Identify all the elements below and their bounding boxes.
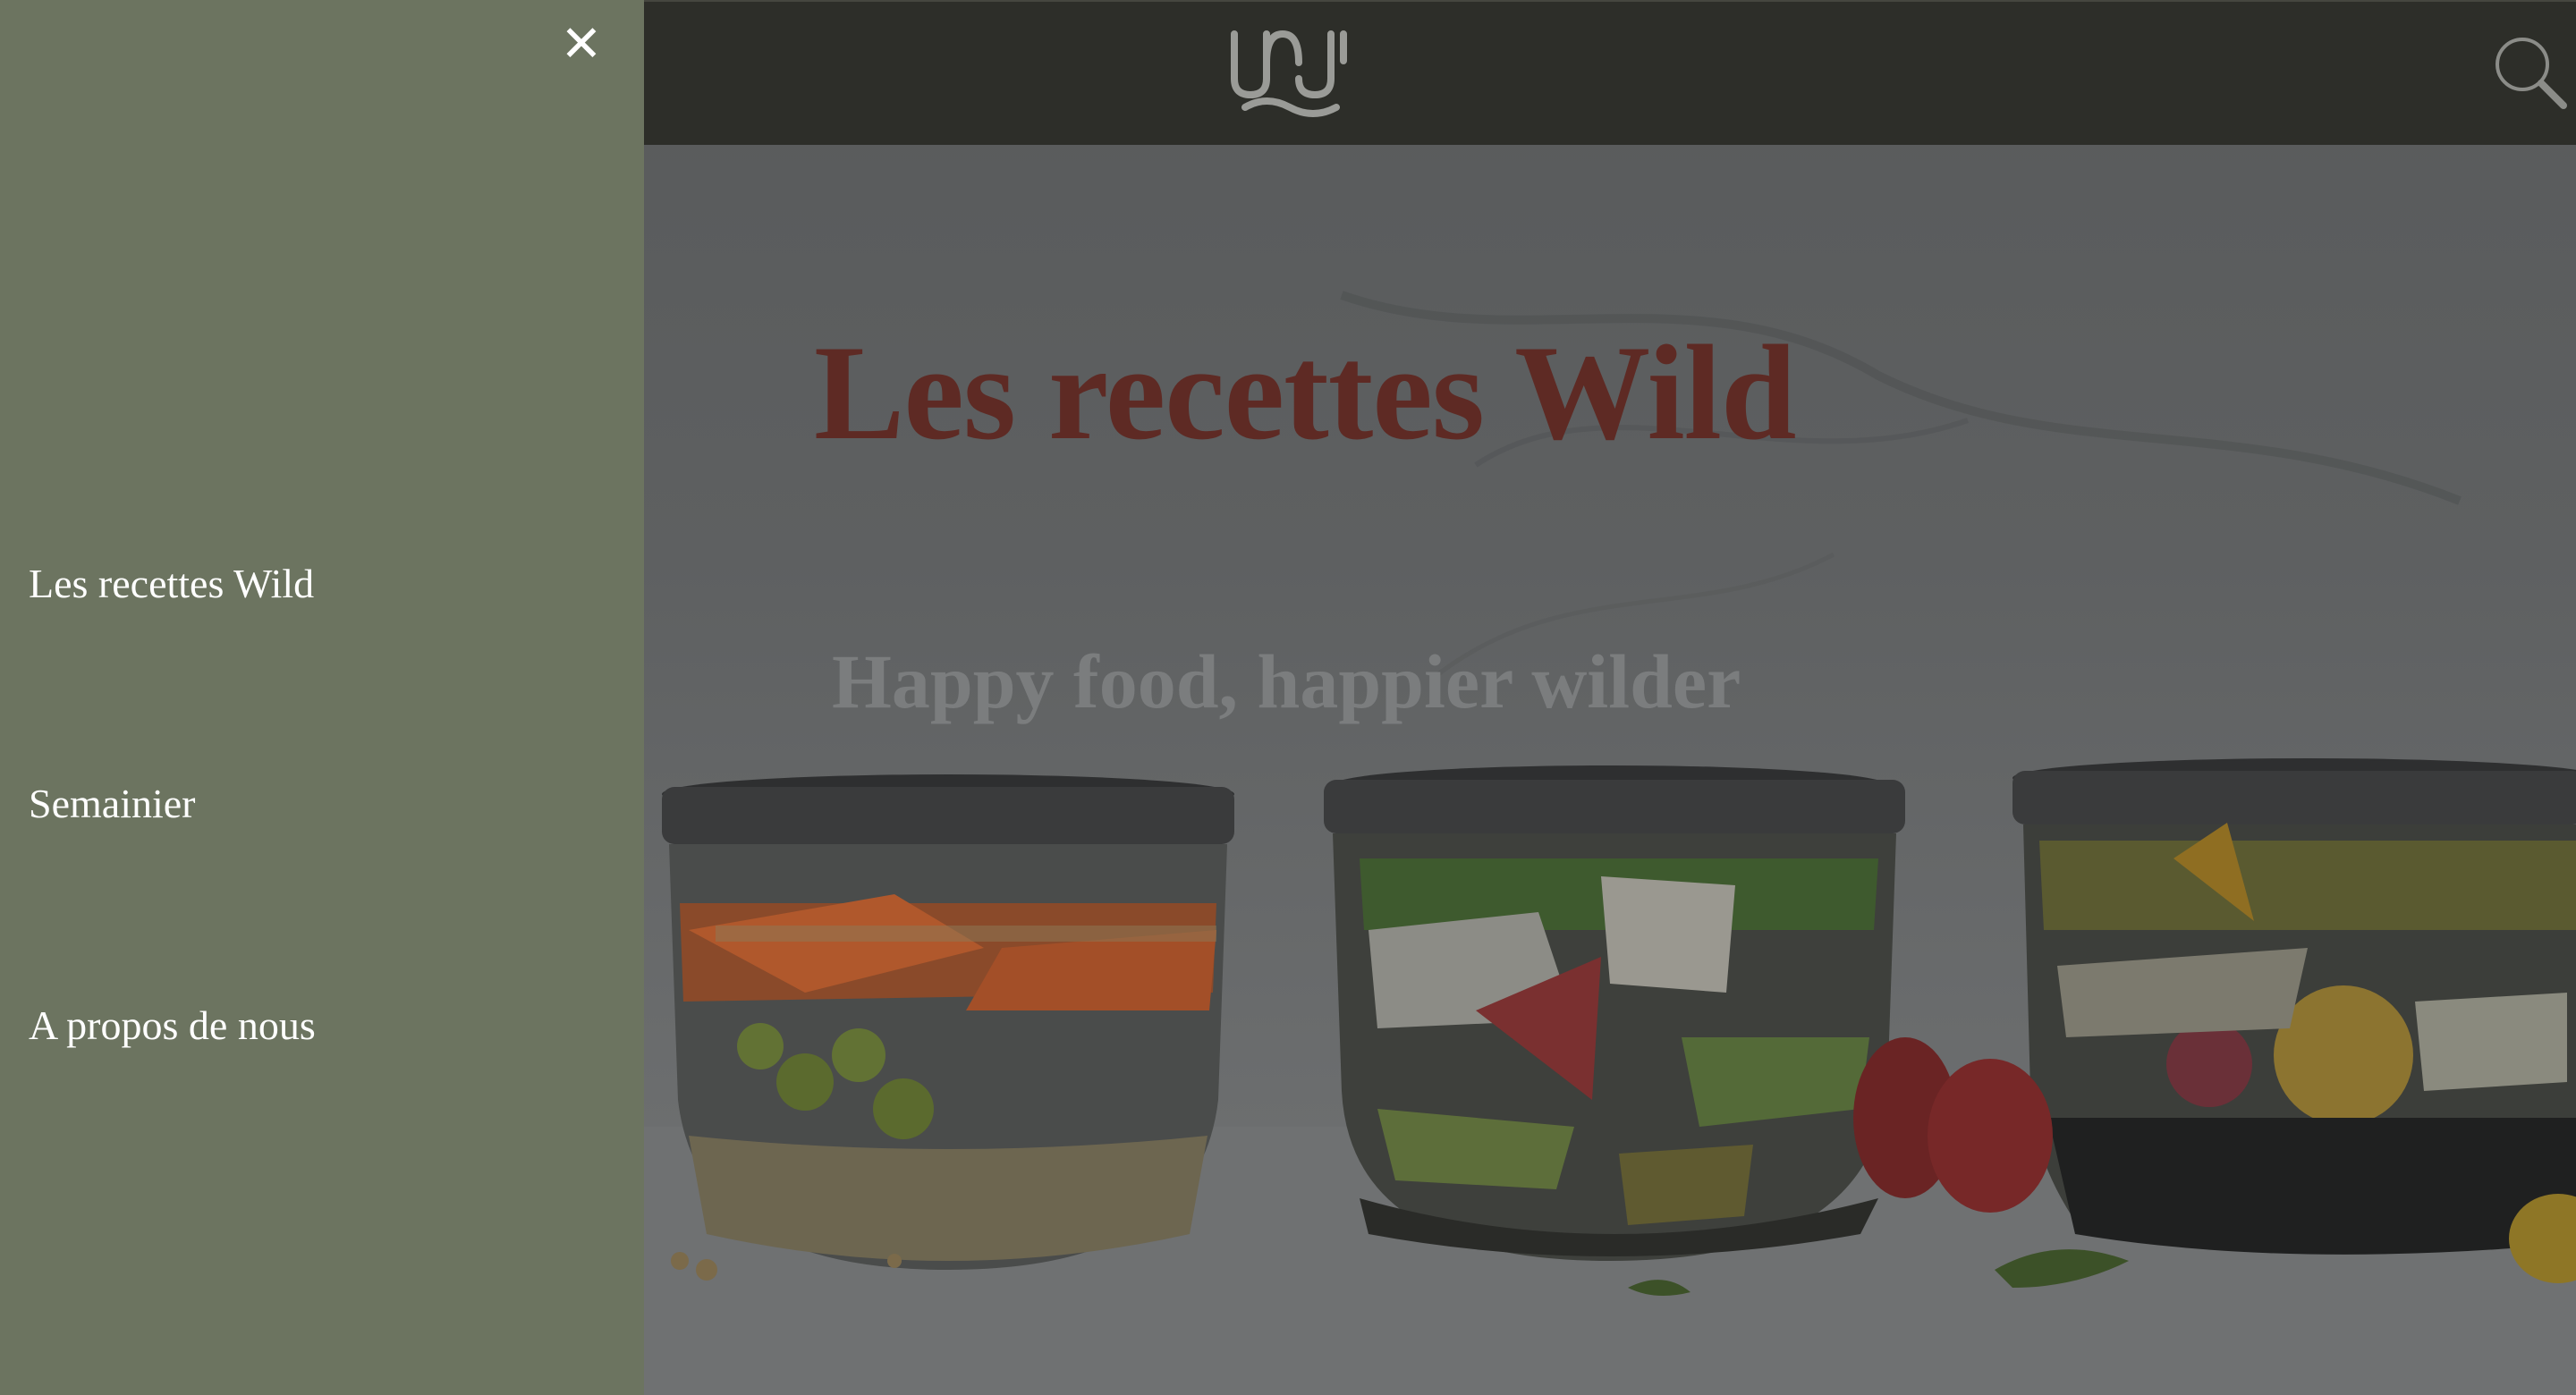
search-icon[interactable] [2492,34,2572,114]
wild-logo-icon[interactable] [1227,25,1352,118]
hero-title: Les recettes Wild [814,317,1796,468]
nav-item-les-recettes-wild[interactable]: Les recettes Wild [29,560,314,607]
close-icon[interactable]: ✕ [555,18,608,72]
side-drawer: ✕ Les recettes Wild Semainier A propos d… [0,0,644,1395]
nav-item-a-propos-de-nous[interactable]: A propos de nous [29,1002,316,1049]
hero-subtitle: Happy food, happier wilder [832,638,1741,724]
nav-item-semainier[interactable]: Semainier [29,780,196,827]
